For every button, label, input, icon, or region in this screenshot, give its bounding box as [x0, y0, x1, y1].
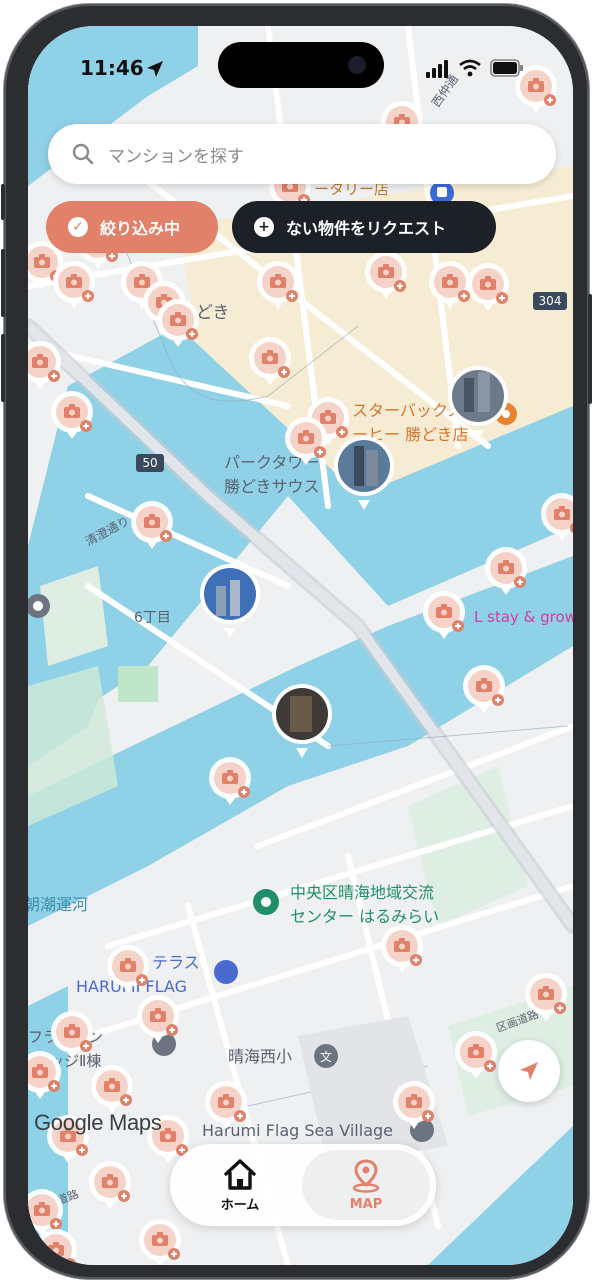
svg-text:文: 文	[320, 1049, 332, 1064]
check-icon: ✓	[68, 217, 88, 237]
battery-icon	[490, 59, 523, 77]
map-pin-icon	[352, 1158, 380, 1193]
search-placeholder: マンションを探す	[108, 146, 244, 167]
location-services-icon	[147, 61, 163, 77]
label-6chome: 6丁目	[134, 610, 171, 626]
screen: 304 50 西仲通 ータリー店 どき スターバックス ーヒー 勝どき店 パーク…	[28, 26, 573, 1265]
request-property-button[interactable]: + ない物件をリクエスト	[232, 201, 496, 253]
volume-down-button	[1, 334, 5, 402]
tab-map-label: MAP	[349, 1196, 383, 1212]
label-community-center-line2: センター はるみらい	[290, 907, 439, 926]
request-property-label: ない物件をリクエスト	[286, 219, 447, 238]
label-terrace: テラス	[152, 953, 200, 972]
label-harumi-nishi-school: 晴海西小	[228, 1047, 292, 1066]
plus-icon: +	[254, 217, 274, 237]
search-icon	[72, 143, 94, 165]
tab-map[interactable]: MAP	[302, 1150, 430, 1220]
label-sea-village: Harumi Flag Sea Village	[202, 1121, 393, 1140]
label-asashio-canal: 朝潮運河	[28, 895, 88, 914]
wifi-icon	[459, 59, 481, 77]
harumi-flag-poi-icon[interactable]	[214, 960, 238, 984]
school-poi-icon[interactable]: 文	[314, 1044, 338, 1068]
label-starbucks: スターバックス	[352, 401, 463, 420]
home-icon	[224, 1158, 256, 1190]
current-location-button[interactable]	[498, 1040, 560, 1102]
navigation-arrow-icon	[520, 1062, 538, 1080]
google-maps-logo: Google Maps	[34, 1110, 162, 1135]
label-community-center: 中央区晴海地域交流	[290, 883, 434, 902]
label-park-tower-line2: 勝どきサウス	[224, 477, 320, 496]
phone-frame: 304 50 西仲通 ータリー店 どき スターバックス ーヒー 勝どき店 パーク…	[1, 4, 592, 1279]
route-50-shield: 50	[142, 456, 157, 470]
cellular-signal-icon	[426, 60, 448, 78]
label-stay-grow: L stay & grow	[474, 608, 573, 626]
filter-active-label: 絞り込み中	[100, 219, 181, 238]
filter-active-button[interactable]: ✓ 絞り込み中	[46, 201, 218, 253]
search-bar[interactable]: マンションを探す	[48, 124, 556, 184]
tab-bar: ホーム MAP	[170, 1144, 436, 1226]
tab-home-label: ホーム	[220, 1197, 260, 1213]
volume-up-button	[1, 249, 5, 317]
status-time: 11:46	[80, 56, 144, 80]
community-center-poi-icon[interactable]	[253, 889, 279, 915]
power-button	[588, 294, 592, 404]
mute-switch	[1, 184, 5, 220]
tab-home[interactable]: ホーム	[176, 1150, 304, 1220]
dynamic-island	[218, 42, 384, 88]
route-304-shield: 304	[539, 294, 562, 308]
label-doki: どき	[196, 303, 230, 323]
